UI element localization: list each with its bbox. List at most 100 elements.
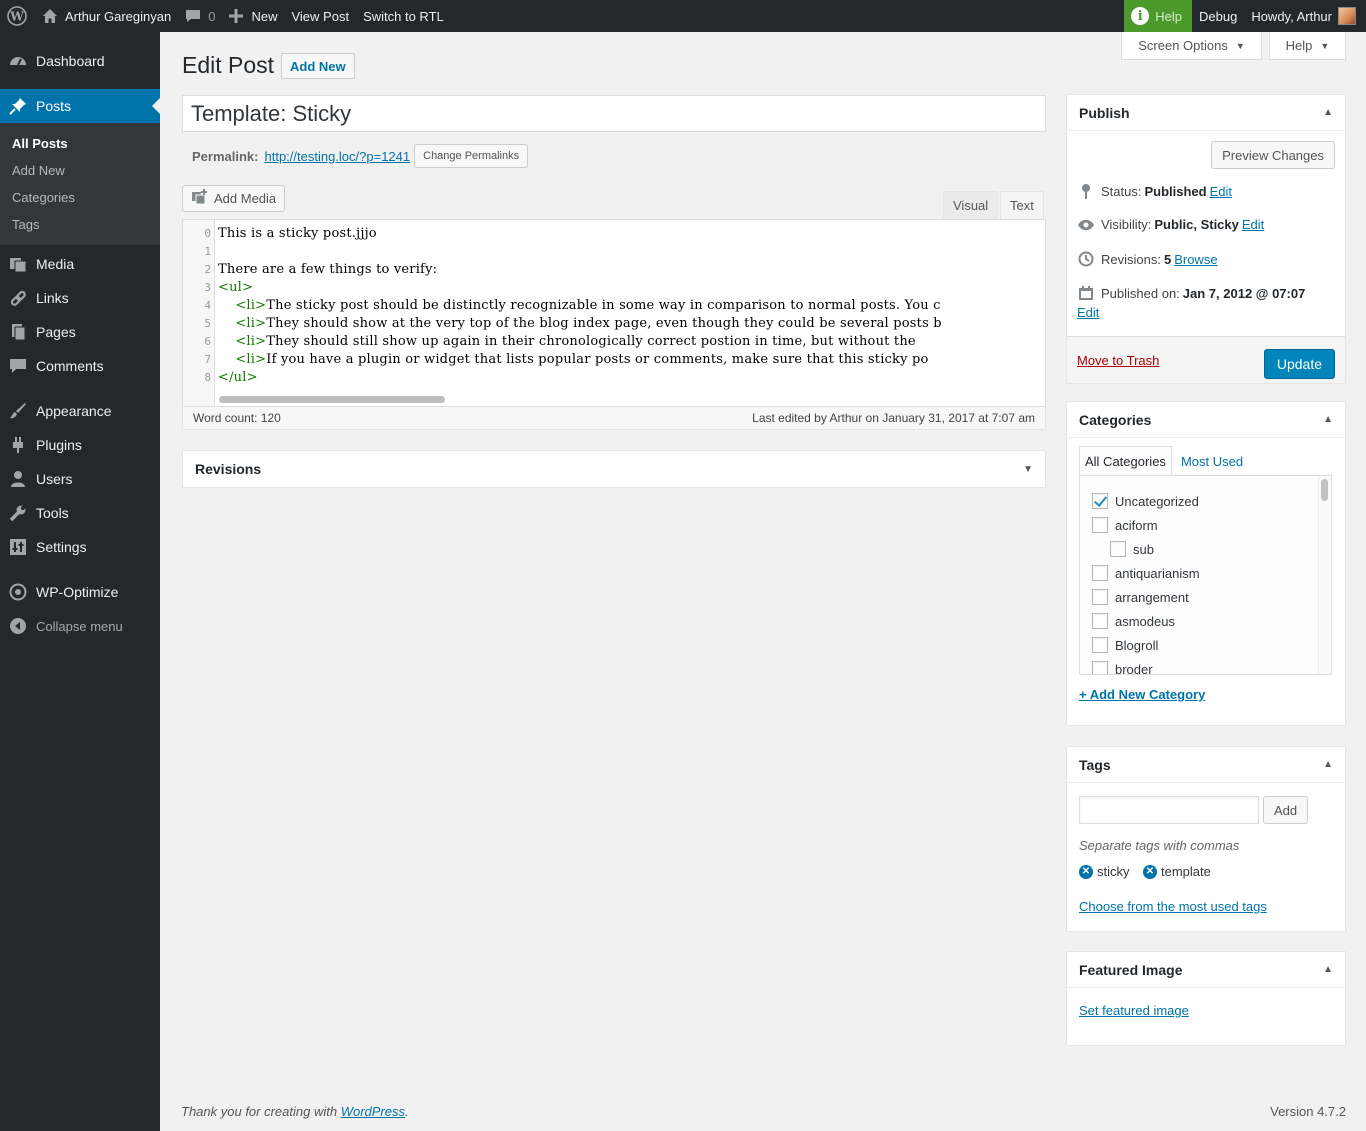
edit-status-link[interactable]: Edit	[1210, 184, 1232, 199]
toggle-down-icon[interactable]: ▼	[1023, 464, 1033, 475]
code-text: <li>If you have a plugin or widget that …	[218, 351, 929, 369]
category-checkbox[interactable]	[1092, 613, 1108, 629]
my-account-link[interactable]: Howdy, Arthur	[1244, 0, 1366, 32]
add-new-post-button[interactable]: Add New	[281, 53, 355, 79]
add-tag-button[interactable]: Add	[1263, 796, 1309, 824]
menu-media[interactable]: Media	[0, 247, 160, 281]
update-button[interactable]: Update	[1263, 349, 1335, 379]
menu-dashboard[interactable]: Dashboard	[0, 44, 160, 78]
switch-rtl-link[interactable]: Switch to RTL	[356, 0, 451, 32]
menu-wp-optimize[interactable]: WP-Optimize	[0, 575, 160, 609]
comments-link[interactable]: 0	[178, 0, 222, 32]
category-item[interactable]: Blogroll	[1092, 637, 1158, 653]
last-edited: Last edited by Arthur on January 31, 201…	[752, 411, 1035, 425]
line-number: 0	[204, 227, 211, 240]
categories-header[interactable]: Categories ▲	[1067, 402, 1345, 438]
help-button[interactable]: i Help	[1124, 0, 1192, 32]
submenu-add-new[interactable]: Add New	[0, 157, 160, 184]
toggle-up-icon[interactable]: ▲	[1323, 414, 1333, 425]
tag-chip: ✕ sticky	[1079, 864, 1130, 879]
browse-revisions-link[interactable]: Browse	[1174, 252, 1217, 267]
help-tab[interactable]: Help ▼	[1269, 32, 1346, 60]
toggle-up-icon[interactable]: ▲	[1323, 759, 1333, 770]
remove-tag-icon[interactable]: ✕	[1143, 864, 1157, 879]
change-permalinks-button[interactable]: Change Permalinks	[414, 144, 529, 168]
submenu-tags[interactable]: Tags	[0, 211, 160, 238]
category-checkbox[interactable]	[1092, 661, 1108, 674]
toggle-up-icon[interactable]: ▲	[1323, 107, 1333, 118]
preview-changes-button[interactable]: Preview Changes	[1211, 141, 1335, 169]
publish-actions: Move to Trash Update	[1067, 336, 1345, 383]
site-name-link[interactable]: Arthur Gareginyan	[35, 0, 178, 32]
category-item[interactable]: antiquarianism	[1092, 565, 1200, 581]
plugin-icon	[8, 435, 28, 455]
category-item[interactable]: asmodeus	[1092, 613, 1175, 629]
view-post-link[interactable]: View Post	[284, 0, 356, 32]
featured-image-box: Featured Image ▲ Set featured image	[1066, 951, 1346, 1046]
set-featured-image-link[interactable]: Set featured image	[1079, 1003, 1189, 1018]
tab-visual[interactable]: Visual	[943, 191, 999, 219]
collapse-menu-button[interactable]: Collapse menu	[0, 609, 160, 643]
move-to-trash-link[interactable]: Move to Trash	[1077, 353, 1159, 368]
tag-hint: Separate tags with commas	[1079, 838, 1240, 853]
status-row: Status: Published Edit	[1077, 183, 1232, 199]
publish-header[interactable]: Publish ▲	[1067, 95, 1345, 131]
add-media-button[interactable]: Add Media	[182, 185, 286, 212]
code-editor[interactable]: 0 This is a sticky post.jjjo 1 2 There are a…	[182, 219, 1046, 407]
category-item[interactable]: aciform	[1092, 517, 1158, 533]
edit-visibility-link[interactable]: Edit	[1242, 217, 1264, 232]
category-item[interactable]: arrangement	[1092, 589, 1189, 605]
category-checkbox[interactable]	[1092, 565, 1108, 581]
menu-plugins[interactable]: Plugins	[0, 428, 160, 462]
vertical-scrollbar-track[interactable]	[1318, 476, 1331, 674]
new-tag-input[interactable]	[1079, 796, 1259, 824]
paintbrush-icon	[8, 401, 28, 421]
new-content-link[interactable]: New	[222, 0, 284, 32]
menu-appearance[interactable]: Appearance	[0, 394, 160, 428]
remove-tag-icon[interactable]: ✕	[1079, 864, 1093, 879]
featured-image-header[interactable]: Featured Image ▲	[1067, 952, 1345, 988]
comments-icon	[8, 356, 28, 376]
home-icon	[43, 9, 57, 23]
tags-header[interactable]: Tags ▲	[1067, 747, 1345, 783]
category-item[interactable]: Uncategorized	[1092, 493, 1199, 509]
menu-links[interactable]: Links	[0, 281, 160, 315]
tab-most-used[interactable]: Most Used	[1176, 446, 1248, 476]
settings-sliders-icon	[8, 537, 28, 557]
post-title-input[interactable]: Template: Sticky	[182, 95, 1046, 132]
category-checkbox[interactable]	[1110, 541, 1126, 557]
menu-posts[interactable]: Posts	[0, 89, 160, 123]
tab-all-categories[interactable]: All Categories	[1079, 446, 1172, 476]
revisions-header[interactable]: Revisions ▼	[183, 451, 1045, 487]
menu-comments[interactable]: Comments	[0, 349, 160, 383]
menu-settings[interactable]: Settings	[0, 530, 160, 564]
menu-pages[interactable]: Pages	[0, 315, 160, 349]
tab-text[interactable]: Text	[1000, 191, 1044, 219]
menu-tools[interactable]: Tools	[0, 496, 160, 530]
category-checklist: Uncategorized aciform sub antiquarianism arr…	[1079, 475, 1332, 675]
menu-users[interactable]: Users	[0, 462, 160, 496]
choose-most-used-tags-link[interactable]: Choose from the most used tags	[1079, 899, 1267, 914]
permalink-url-link[interactable]: http://testing.loc/?p=1241	[264, 149, 410, 164]
category-item[interactable]: sub	[1110, 541, 1154, 557]
category-checkbox[interactable]	[1092, 517, 1108, 533]
wordpress-logo-icon[interactable]: W	[0, 0, 35, 32]
screen-options-tab[interactable]: Screen Options ▼	[1121, 32, 1262, 60]
horizontal-scrollbar[interactable]	[219, 396, 445, 403]
category-checkbox[interactable]	[1092, 589, 1108, 605]
submenu-all-posts[interactable]: All Posts	[0, 130, 160, 157]
toggle-up-icon[interactable]: ▲	[1323, 964, 1333, 975]
category-item[interactable]: broder	[1092, 661, 1153, 674]
edit-date-link[interactable]: Edit	[1077, 305, 1099, 320]
debug-link[interactable]: Debug	[1192, 0, 1244, 32]
add-new-category-link[interactable]: + Add New Category	[1079, 687, 1205, 702]
category-checkbox[interactable]	[1092, 637, 1108, 653]
vertical-scrollbar-thumb[interactable]	[1321, 479, 1328, 501]
category-checkbox[interactable]	[1092, 493, 1108, 509]
tag-chip: ✕ template	[1143, 864, 1211, 879]
code-text: <li>The sticky post should be distinctly…	[218, 297, 941, 315]
wordpress-link[interactable]: WordPress	[341, 1104, 405, 1119]
published-on-row: Published on: Jan 7, 2012 @ 07:07	[1077, 285, 1308, 301]
submenu-categories[interactable]: Categories	[0, 184, 160, 211]
